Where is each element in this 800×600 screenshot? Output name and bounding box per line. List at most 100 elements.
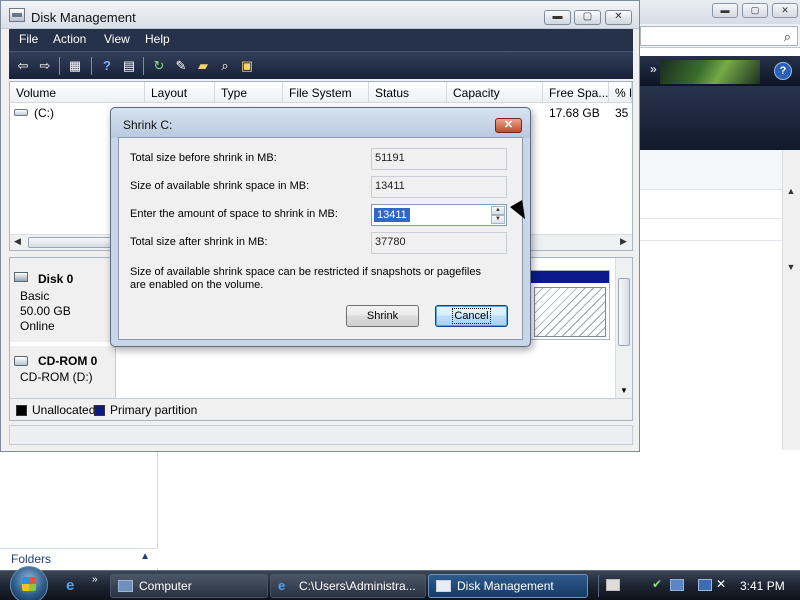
partition-c[interactable] <box>530 270 610 340</box>
background-toolbar-decoration <box>660 60 760 84</box>
disk-name: CD-ROM 0 <box>38 354 98 368</box>
total-size-after-value: 37780 <box>371 232 507 254</box>
scroll-up-arrow-icon[interactable]: ▲ <box>782 182 800 200</box>
security-center-icon[interactable]: ✔ <box>652 577 666 591</box>
menu-file[interactable]: File <box>19 32 38 46</box>
background-minimize-button[interactable]: ▬ <box>712 3 738 18</box>
properties-icon[interactable]: ▤ <box>119 56 139 76</box>
column-volume[interactable]: Volume <box>10 82 145 103</box>
legend-unallocated: Unallocated <box>32 403 96 417</box>
hard-disk-icon <box>14 272 28 282</box>
folders-label: Folders <box>11 552 52 566</box>
scroll-left-arrow-icon[interactable]: ◀ <box>14 236 21 247</box>
background-search-input[interactable]: ⌕ <box>640 26 798 46</box>
keyboard-icon[interactable] <box>606 579 620 591</box>
back-icon[interactable]: ⇦ <box>13 56 33 76</box>
disk-management-icon <box>436 580 451 592</box>
help-icon[interactable]: ? <box>774 62 792 80</box>
taskbar-item-disk-management[interactable]: Disk Management <box>428 574 588 598</box>
minimize-button[interactable]: ▬ <box>544 10 571 25</box>
chevron-up-icon: ▲ <box>140 551 150 562</box>
quick-launch-chevron[interactable]: » <box>92 574 98 585</box>
help-icon[interactable]: ? <box>97 56 117 76</box>
scrollbar-thumb[interactable] <box>618 278 630 346</box>
search-icon[interactable]: ⌕ <box>784 29 791 45</box>
shrink-amount-stepper[interactable]: 13411 ▲ ▼ <box>371 204 507 226</box>
background-toolbar-chevron[interactable]: » <box>650 62 657 76</box>
menu-action[interactable]: Action <box>53 32 86 46</box>
background-details-band <box>640 86 800 150</box>
system-clock[interactable]: 3:41 PM <box>740 579 785 593</box>
show-hide-console-tree-icon[interactable]: ▦ <box>65 56 85 76</box>
disk-status: Online <box>20 319 55 333</box>
column-status[interactable]: Status <box>369 82 447 103</box>
spin-down-icon[interactable]: ▼ <box>491 215 505 224</box>
internet-explorer-icon[interactable]: e <box>66 577 74 594</box>
column-capacity[interactable]: Capacity <box>447 82 543 103</box>
column-free-space[interactable]: Free Spa... <box>543 82 609 103</box>
background-maximize-button[interactable]: ▢ <box>742 3 768 18</box>
refresh-icon[interactable]: ↻ <box>149 56 169 76</box>
open-icon[interactable]: ▰ <box>193 56 213 76</box>
dialog-titlebar: Shrink C: ✕ <box>111 108 530 138</box>
toolbar-separator <box>91 57 92 75</box>
dialog-close-button[interactable]: ✕ <box>495 118 522 133</box>
shrink-button[interactable]: Shrink <box>346 305 419 327</box>
menu-help[interactable]: Help <box>145 32 170 46</box>
scroll-down-arrow-icon[interactable]: ▼ <box>620 386 628 395</box>
explore-icon[interactable]: ⌕ <box>215 56 235 76</box>
disk-0-panel[interactable]: Disk 0 Basic 50.00 GB Online <box>10 258 116 342</box>
taskbar-item-explorer[interactable]: e C:\Users\Administra... <box>270 574 426 598</box>
background-close-button[interactable]: ✕ <box>772 3 798 18</box>
graphical-view-scrollbar[interactable]: ▼ <box>615 258 632 398</box>
background-titlebar: ▬ ▢ ✕ <box>640 0 800 24</box>
network-icon[interactable] <box>670 579 684 591</box>
spin-up-icon[interactable]: ▲ <box>491 206 505 215</box>
folders-toggle[interactable]: Folders ▲ <box>0 548 158 568</box>
toolbar-separator <box>143 57 144 75</box>
scrollbar-thumb[interactable] <box>28 237 118 248</box>
window-title: Disk Management <box>31 10 136 25</box>
internet-explorer-icon: e <box>278 578 286 593</box>
cdrom-0-panel[interactable]: CD-ROM 0 CD-ROM (D:) <box>10 346 116 398</box>
shrink-amount-input[interactable]: 13411 <box>374 208 410 222</box>
computer-icon <box>118 580 133 592</box>
note-line: are enabled on the volume. <box>130 279 264 291</box>
available-shrink-space-value: 13411 <box>371 176 507 198</box>
toolbar-separator <box>59 57 60 75</box>
start-button[interactable] <box>10 566 48 600</box>
settings-icon[interactable]: ▣ <box>237 56 257 76</box>
menu-view[interactable]: View <box>104 32 130 46</box>
column-file-system[interactable]: File System <box>283 82 369 103</box>
windows-logo-icon <box>22 577 36 591</box>
scroll-right-arrow-icon[interactable]: ▶ <box>620 236 627 247</box>
shrink-button-label: Shrink <box>366 310 399 322</box>
partition-header <box>531 271 609 283</box>
total-size-before-value: 51191 <box>371 148 507 170</box>
taskbar-item-label: Disk Management <box>457 579 554 593</box>
available-shrink-space-label: Size of available shrink space in MB: <box>130 180 310 192</box>
drive-icon <box>14 109 28 116</box>
column-layout[interactable]: Layout <box>145 82 215 103</box>
disk-name: Disk 0 <box>38 272 74 286</box>
column-percent-free[interactable]: % F <box>609 82 632 103</box>
column-type[interactable]: Type <box>215 82 283 103</box>
scroll-down-arrow-icon[interactable]: ▼ <box>782 258 800 276</box>
primary-partition-swatch <box>94 405 105 416</box>
status-bar <box>9 425 633 445</box>
taskbar-item-label: Computer <box>139 579 192 593</box>
forward-icon[interactable]: ⇨ <box>35 56 55 76</box>
cd-rom-icon <box>14 356 28 366</box>
close-button[interactable]: ✕ <box>605 10 632 25</box>
volume-list-header: Volume Layout Type File System Status Ca… <box>10 82 632 103</box>
volume-cell: (C:) <box>34 106 54 120</box>
cancel-button[interactable]: Cancel <box>435 305 508 327</box>
taskbar-item-computer[interactable]: Computer <box>110 574 268 598</box>
volume-muted-icon[interactable]: ✕ <box>716 577 730 591</box>
legend: Unallocated Primary partition <box>10 398 632 420</box>
monitor-icon[interactable] <box>698 579 712 591</box>
dialog-body: Total size before shrink in MB: 51191 Si… <box>118 137 523 340</box>
free-space-cell: 17.68 GB <box>549 106 600 120</box>
rescan-icon[interactable]: ✎ <box>171 56 191 76</box>
maximize-button[interactable]: ▢ <box>574 10 601 25</box>
